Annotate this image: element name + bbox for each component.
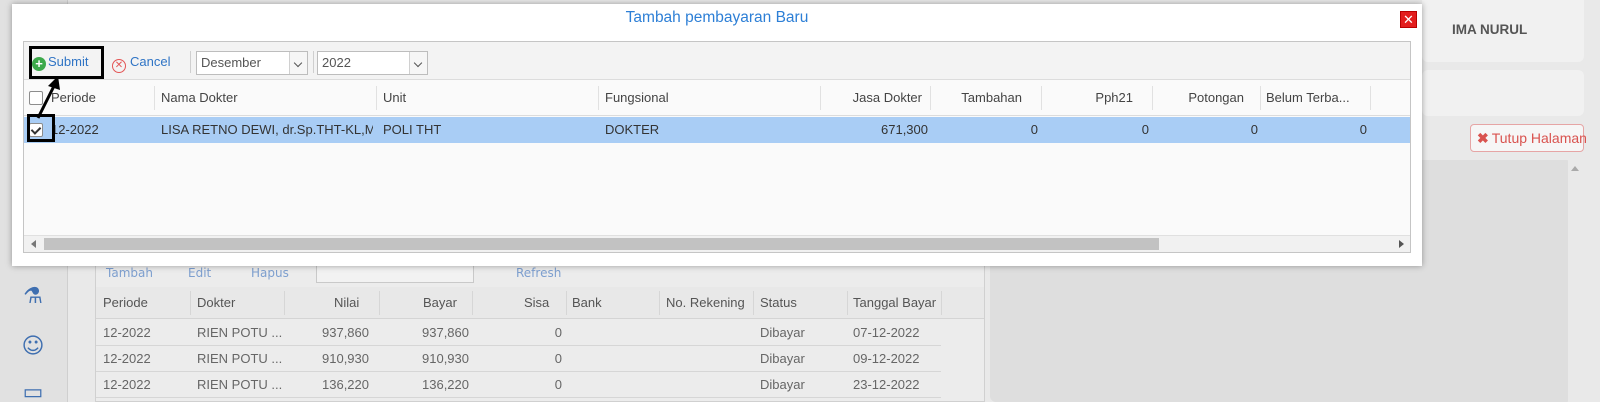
cell-nilai: 937,860 [322, 325, 369, 340]
col-tambahan[interactable]: Tambahan [934, 80, 1022, 116]
col-periode[interactable]: Periode [103, 291, 183, 315]
chevron-down-icon[interactable] [409, 52, 427, 74]
cell-sisa: 0 [554, 351, 562, 366]
refresh-button[interactable]: Refresh [516, 266, 561, 280]
toolbar-divider [190, 51, 191, 73]
col-no-rekening[interactable]: No. Rekening [666, 291, 756, 315]
cancel-label: Cancel [130, 54, 171, 69]
cell-periode: 12-2022 [103, 325, 151, 340]
cell-belum-terbayar: 0 [1359, 122, 1367, 137]
table-row[interactable]: 12-2022 RIEN POTU ... 910,930 910,930 0 … [96, 346, 941, 372]
col-tanggal-bayar[interactable]: Tanggal Bayar [853, 291, 943, 315]
col-pph21[interactable]: Pph21 [1045, 80, 1133, 116]
cell-pph21: 0 [1141, 122, 1149, 137]
grid-header: Periode Nama Dokter Unit Fungsional Jasa… [24, 80, 1410, 116]
cell-bayar: 937,860 [422, 325, 469, 340]
cell-nama-dokter: LISA RETNO DEWI, dr.Sp.THT-KL,M.... [161, 122, 373, 137]
cell-status: Dibayar [760, 351, 805, 366]
history-toolbar: Tambah Edit Hapus Refresh [96, 263, 984, 287]
horizontal-scrollbar[interactable] [24, 235, 1410, 252]
add-payment-modal: Tambah pembayaran Baru ✕ + Submit ✕ Cancel… [12, 4, 1422, 266]
user-card: IMA NURUL [1422, 0, 1584, 62]
cell-bayar: 136,220 [422, 377, 469, 392]
cell-unit: POLI THT [383, 122, 442, 137]
cancel-circle-icon: ✕ [112, 59, 126, 73]
cell-periode: 12-2022 [51, 122, 99, 137]
cell-nilai: 910,930 [322, 351, 369, 366]
col-bayar[interactable]: Bayar [423, 291, 463, 315]
col-nama-dokter[interactable]: Nama Dokter [161, 80, 361, 116]
cell-dokter: RIEN POTU ... [197, 351, 282, 366]
close-icon[interactable]: ✕ [1400, 11, 1417, 28]
table-row[interactable]: 12-2022 RIEN POTU ... 136,220 136,220 0 … [96, 372, 941, 398]
col-periode[interactable]: Periode [51, 80, 151, 116]
select-all-checkbox[interactable] [29, 91, 43, 105]
close-page-button[interactable]: ✖ Tutup Halaman [1470, 124, 1587, 152]
col-bank[interactable]: Bank [572, 291, 612, 315]
scroll-right-icon[interactable] [1399, 240, 1404, 248]
cell-dokter: RIEN POTU ... [197, 325, 282, 340]
col-status[interactable]: Status [760, 291, 820, 315]
checkbox-highlight-box [27, 114, 55, 142]
col-potongan[interactable]: Potongan [1156, 80, 1244, 116]
toolbar-divider [313, 51, 314, 73]
scroll-up-icon[interactable] [1571, 166, 1579, 171]
table-row[interactable]: 12-2022 RIEN POTU ... 937,860 937,860 0 … [96, 320, 941, 346]
scrollbar-thumb[interactable] [44, 238, 1159, 250]
vertical-scrollbar[interactable] [1568, 160, 1582, 402]
year-value: 2022 [322, 55, 351, 70]
col-dokter[interactable]: Dokter [197, 291, 287, 315]
year-select[interactable]: 2022 [317, 51, 428, 75]
cell-tanggal: 09-12-2022 [853, 351, 920, 366]
cell-dokter: RIEN POTU ... [197, 377, 282, 392]
history-header: Periode Dokter Nilai Bayar Sisa Bank No.… [96, 287, 984, 319]
cell-sisa: 0 [554, 325, 562, 340]
scroll-left-icon[interactable] [31, 240, 36, 248]
doctor-payment-grid: + Submit ✕ Cancel Desember 2022 Periode Na… [23, 41, 1411, 253]
chevron-down-icon[interactable] [289, 52, 307, 74]
table-row[interactable]: 12-2022 LISA RETNO DEWI, dr.Sp.THT-KL,M.… [24, 117, 1410, 143]
cell-periode: 12-2022 [103, 377, 151, 392]
modal-toolbar: + Submit ✕ Cancel Desember 2022 [24, 42, 1410, 80]
submit-highlight-box [29, 46, 104, 79]
edit-button[interactable]: Edit [188, 266, 211, 280]
add-button[interactable]: Tambah [106, 266, 153, 280]
cell-status: Dibayar [760, 377, 805, 392]
user-name: IMA NURUL [1452, 22, 1528, 37]
col-jasa-dokter[interactable]: Jasa Dokter [824, 80, 922, 116]
delete-button[interactable]: Hapus [251, 266, 289, 280]
col-belum-terbayar[interactable]: Belum Terba... [1266, 80, 1361, 116]
cancel-button[interactable]: ✕ Cancel [112, 52, 171, 73]
col-sisa[interactable]: Sisa [524, 291, 564, 315]
tab-card [1422, 70, 1584, 116]
cell-jasa-dokter: 671,300 [881, 122, 928, 137]
col-nilai[interactable]: Nilai [334, 291, 374, 315]
close-page-label: Tutup Halaman [1491, 130, 1587, 146]
close-x-icon: ✖ [1477, 130, 1489, 146]
cell-periode: 12-2022 [103, 351, 151, 366]
col-unit[interactable]: Unit [383, 80, 583, 116]
cell-fungsional: DOKTER [605, 122, 660, 137]
payment-history-grid: Tambah Edit Hapus Refresh Periode Dokter… [95, 262, 985, 402]
modal-title: Tambah pembayaran Baru [625, 9, 809, 26]
mortar-pestle-icon[interactable]: ⚗ [20, 284, 46, 310]
doctor-icon[interactable]: ☺ [20, 334, 46, 360]
cell-status: Dibayar [760, 325, 805, 340]
cell-bayar: 910,930 [422, 351, 469, 366]
month-value: Desember [201, 55, 261, 70]
col-fungsional[interactable]: Fungsional [605, 80, 805, 116]
cell-tambahan: 0 [1030, 122, 1038, 137]
cell-tanggal: 23-12-2022 [853, 377, 920, 392]
search-input[interactable] [316, 265, 474, 283]
cell-tanggal: 07-12-2022 [853, 325, 920, 340]
card-icon[interactable]: ▭ [20, 380, 46, 402]
cell-sisa: 0 [554, 377, 562, 392]
cell-nilai: 136,220 [322, 377, 369, 392]
cell-potongan: 0 [1250, 122, 1258, 137]
month-select[interactable]: Desember [196, 51, 308, 75]
